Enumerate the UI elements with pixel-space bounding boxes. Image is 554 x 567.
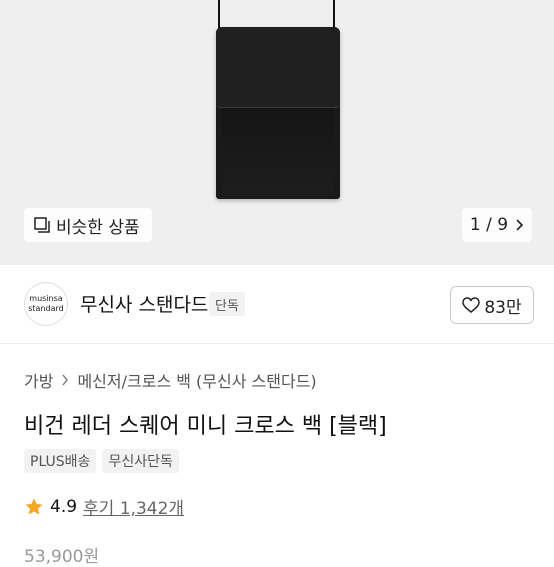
- product-title: 비건 레더 스퀘어 미니 크로스 백 [블랙]: [24, 414, 387, 439]
- like-count: 83만: [484, 297, 522, 318]
- brand-logo-line2: standard: [28, 304, 64, 313]
- product-image-gallery[interactable]: 비슷한 상품 1 / 9: [0, 0, 554, 265]
- similar-products-button[interactable]: 비슷한 상품: [24, 208, 152, 242]
- similar-products-label: 비슷한 상품: [56, 217, 140, 238]
- chevron-right-icon: [516, 219, 524, 231]
- heart-icon: [462, 297, 481, 313]
- product-rating: 4.9 후기 1,342개: [24, 494, 184, 519]
- brand-exclusive-badge: 단독: [209, 292, 245, 316]
- like-button[interactable]: 83만: [450, 286, 534, 324]
- rating-score: 4.9: [50, 496, 78, 517]
- star-icon: [25, 498, 43, 514]
- product-tags: PLUS배송 무신사단독: [24, 449, 179, 473]
- image-pager-count: 1 / 9: [469, 215, 509, 235]
- brand-logo-line1: musinsa: [29, 294, 63, 303]
- chevron-right-icon: [62, 374, 69, 386]
- review-count-link[interactable]: 후기 1,342개: [83, 494, 184, 519]
- product-image-body: [222, 108, 334, 194]
- tag-plus-delivery: PLUS배송: [24, 449, 97, 473]
- brand-logo[interactable]: musinsa standard: [24, 282, 68, 326]
- product-price: 53,900원: [24, 547, 100, 567]
- tag-exclusive: 무신사단독: [102, 449, 179, 473]
- product-image-flap: [216, 27, 340, 108]
- breadcrumb-item-subcategory[interactable]: 메신저/크로스 백 (무신사 스탠다드): [77, 368, 316, 392]
- breadcrumb-item-category[interactable]: 가방: [24, 368, 53, 392]
- breadcrumb: 가방 메신저/크로스 백 (무신사 스탠다드): [24, 368, 317, 392]
- image-pager[interactable]: 1 / 9: [462, 208, 532, 242]
- brand-name-link[interactable]: 무신사 스탠다드: [80, 290, 208, 317]
- similar-items-icon: [34, 217, 50, 233]
